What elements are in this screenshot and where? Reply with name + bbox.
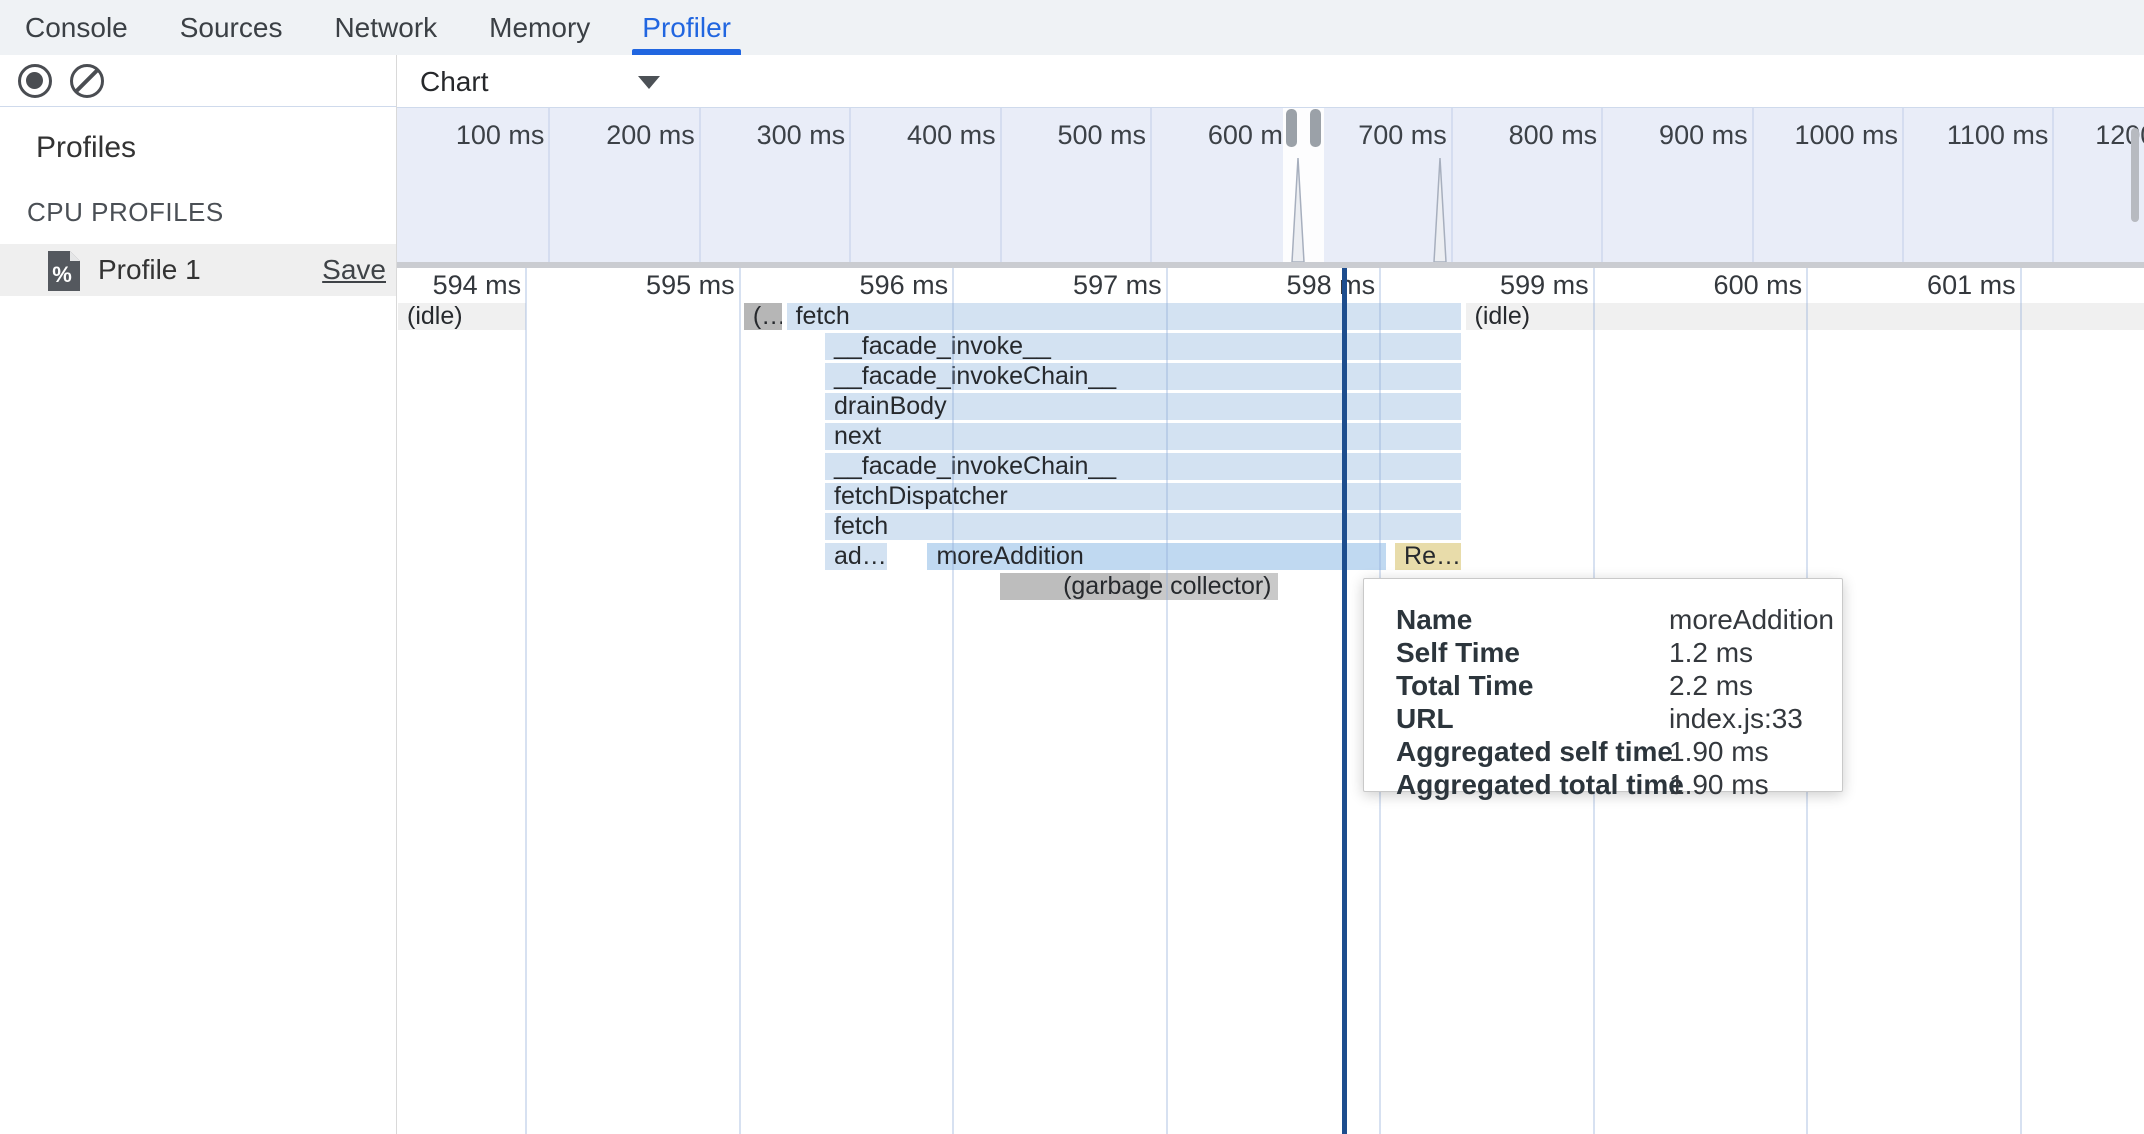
vertical-scrollbar-thumb[interactable] — [2131, 128, 2139, 222]
time-gridline — [739, 268, 741, 1134]
flame-bar[interactable]: drainBody — [825, 393, 1461, 420]
tooltip-label: URL — [1364, 703, 1669, 735]
tooltip-row: Self Time 1.2 ms — [1364, 636, 1842, 669]
flame-bar[interactable]: __facade_invokeChain__ — [825, 453, 1461, 480]
flame-bar[interactable]: (idle) — [1466, 303, 2144, 330]
profiler-main-panel: Chart 100 ms200 ms300 ms400 ms500 ms600 … — [397, 55, 2144, 1134]
time-tick-label: 596 ms — [748, 270, 948, 301]
tab-network[interactable]: Network — [332, 0, 439, 55]
tooltip-value: 1.90 ms — [1669, 736, 1769, 768]
time-gridline — [525, 268, 527, 1134]
tooltip-label: Total Time — [1364, 670, 1669, 702]
tab-memory[interactable]: Memory — [487, 0, 592, 55]
time-gridline — [2020, 268, 2022, 1134]
tooltip-row: Name moreAddition — [1364, 603, 1842, 636]
cpu-activity-spike — [1289, 156, 1307, 262]
tooltip-value: index.js:33 — [1669, 703, 1803, 735]
sidebar-toolbar — [0, 55, 396, 107]
record-profile-icon[interactable] — [18, 64, 52, 98]
flame-bar[interactable]: moreAddition — [927, 543, 1386, 570]
flame-bar[interactable]: __facade_invoke__ — [825, 333, 1461, 360]
time-tick-label: 600 ms — [1602, 270, 1802, 301]
cpu-activity-spike — [1431, 156, 1449, 262]
time-tick-label: 599 ms — [1389, 270, 1589, 301]
time-tick-label: 601 ms — [1816, 270, 2016, 301]
profiles-sidebar: Profiles CPU PROFILES % Profile 1 Save — [0, 55, 397, 1134]
tooltip-row: Aggregated total time 1.90 ms — [1364, 768, 1842, 801]
tooltip-label: Aggregated self time — [1364, 736, 1669, 768]
flame-bar[interactable]: ad…s — [825, 543, 887, 570]
tooltip-value: 1.2 ms — [1669, 637, 1753, 669]
tooltip-label: Name — [1364, 604, 1669, 636]
timeline-overview[interactable]: 100 ms200 ms300 ms400 ms500 ms600 ms700 … — [397, 107, 2144, 262]
profile-name: Profile 1 — [98, 254, 201, 286]
view-mode-select[interactable]: Chart — [420, 65, 660, 99]
flame-bar[interactable]: fetch — [787, 303, 1462, 330]
overview-tick-label: 1200 ms — [1999, 120, 2144, 151]
flame-bar[interactable]: fetch — [825, 513, 1461, 540]
profiles-heading: Profiles — [36, 131, 396, 165]
frame-details-tooltip: Name moreAddition Self Time 1.2 ms Total… — [1363, 578, 1843, 792]
time-tick-label: 597 ms — [962, 270, 1162, 301]
tab-console[interactable]: Console — [23, 0, 130, 55]
flame-bar[interactable]: __facade_invokeChain__ — [825, 363, 1461, 390]
tooltip-label: Aggregated total time — [1364, 769, 1669, 801]
clear-profiles-icon[interactable] — [70, 64, 104, 98]
tooltip-value: 2.2 ms — [1669, 670, 1753, 702]
tooltip-label: Self Time — [1364, 637, 1669, 669]
tab-sources[interactable]: Sources — [178, 0, 285, 55]
time-tick-label: 594 ms — [397, 270, 521, 301]
time-tick-label: 595 ms — [535, 270, 735, 301]
tooltip-row: URL index.js:33 — [1364, 702, 1842, 735]
chart-header-row: Chart — [397, 55, 2144, 107]
flame-bar[interactable]: next — [825, 423, 1461, 450]
chevron-down-icon — [638, 76, 660, 89]
flame-bar[interactable]: (idle) — [398, 303, 526, 330]
cpu-profiles-section-heading: CPU PROFILES — [27, 197, 396, 228]
flame-bar[interactable]: (garbage collector) — [1000, 573, 1278, 600]
selection-left-handle[interactable] — [1286, 109, 1297, 147]
current-time-marker[interactable] — [1342, 268, 1347, 1134]
flame-bar[interactable]: (… — [744, 303, 782, 330]
svg-text:%: % — [52, 262, 72, 287]
tab-profiler[interactable]: Profiler — [640, 0, 733, 55]
save-profile-link[interactable]: Save — [322, 254, 386, 286]
profile-document-icon: % — [46, 249, 82, 293]
tooltip-value: 1.90 ms — [1669, 769, 1769, 801]
selection-right-handle[interactable] — [1310, 109, 1321, 147]
tooltip-value: moreAddition — [1669, 604, 1834, 636]
flame-chart-area[interactable]: 594 ms595 ms596 ms597 ms598 ms599 ms600 … — [397, 268, 2144, 1134]
view-mode-label: Chart — [420, 66, 488, 98]
time-gridline — [1166, 268, 1168, 1134]
profile-list-item[interactable]: % Profile 1 Save — [0, 244, 396, 296]
flame-bar[interactable]: fetchDispatcher — [825, 483, 1461, 510]
devtools-tab-bar: Console Sources Network Memory Profiler — [0, 0, 2144, 55]
tooltip-row: Aggregated self time 1.90 ms — [1364, 735, 1842, 768]
time-gridline — [952, 268, 954, 1134]
tooltip-row: Total Time 2.2 ms — [1364, 669, 1842, 702]
flame-bar[interactable]: Re…e — [1395, 543, 1461, 570]
